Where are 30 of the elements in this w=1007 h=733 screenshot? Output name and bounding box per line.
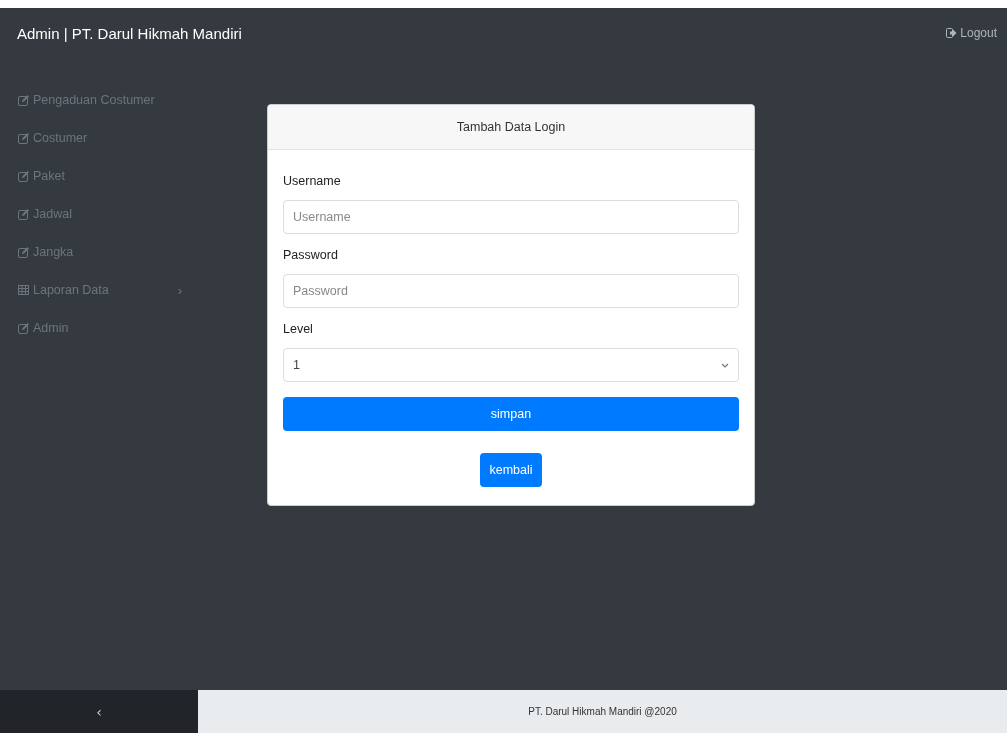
field-label: Password — [283, 248, 339, 262]
site-title: Admin | PT. Darul Hikmah Mandiri — [17, 24, 242, 42]
input-field[interactable]: Username — [283, 200, 739, 234]
edit-icon — [18, 246, 29, 258]
logout-icon — [946, 28, 958, 38]
footer-text: PT. Darul Hikmah Mandiri @2020 — [528, 706, 677, 717]
sidebar-item[interactable]: Paket — [0, 157, 198, 195]
sidebar-item[interactable]: Jadwal — [0, 195, 198, 233]
level-select[interactable]: 1 — [283, 348, 739, 382]
edit-icon — [18, 132, 29, 144]
edit-icon — [18, 94, 29, 106]
sidebar-item[interactable]: Pengaduan Costumer — [0, 81, 198, 119]
field-label: Username — [283, 174, 342, 188]
back-button[interactable]: kembali — [480, 453, 542, 487]
card-title: Tambah Data Login — [456, 120, 566, 134]
edit-icon — [18, 208, 29, 220]
table-icon — [18, 285, 29, 295]
sidebar-toggle[interactable]: ‹ — [0, 690, 198, 733]
sidebar-item[interactable]: Laporan Data › — [0, 271, 198, 309]
edit-icon — [18, 170, 29, 182]
input-field[interactable]: Password — [283, 274, 739, 308]
field-label: Level — [283, 322, 314, 336]
sidebar-item[interactable]: Admin — [0, 309, 198, 347]
chevron-icon: › — [177, 282, 182, 298]
sidebar-item[interactable]: Jangka — [0, 233, 198, 271]
save-button[interactable]: simpan — [283, 397, 739, 431]
dropdown-icon — [721, 362, 729, 368]
logout-link[interactable]: Logout — [946, 26, 997, 40]
edit-icon — [18, 322, 29, 334]
sidebar-item[interactable]: Costumer — [0, 119, 198, 157]
